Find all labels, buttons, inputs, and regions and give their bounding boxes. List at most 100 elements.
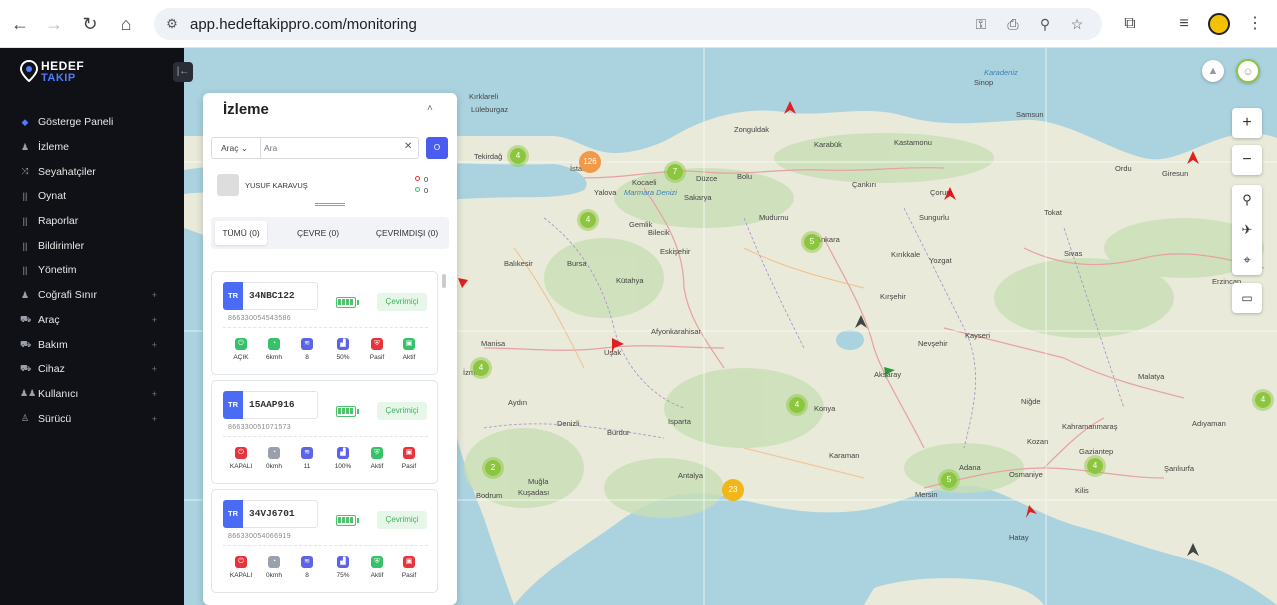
sidebar-item[interactable]: ♟ İzleme: [0, 135, 184, 160]
vehicle-cluster[interactable]: 126: [579, 151, 601, 173]
offline-dot-icon: [415, 176, 420, 181]
tab-all[interactable]: TÜMÜ (0): [215, 221, 267, 245]
vehicle-cluster[interactable]: 23: [722, 479, 744, 501]
user-count-green: 0: [424, 186, 429, 195]
stat-label: 8: [305, 354, 309, 361]
user-row[interactable]: YUSUF KARAVUŞ 0 0: [217, 173, 447, 197]
map-place-label: Eskişehir: [660, 247, 691, 256]
password-key-icon[interactable]: ⚿: [972, 15, 990, 33]
tab-offline[interactable]: ÇEVRİMDIŞI (0): [367, 221, 447, 245]
sidebar-item[interactable]: ⤨ Seyahatçiler: [0, 159, 184, 184]
site-settings-icon[interactable]: ⚙: [164, 16, 180, 32]
stat-label: AÇIK: [233, 354, 249, 361]
car-icon: ⛟: [20, 338, 32, 349]
map-place-label: Şanlıurfa: [1164, 464, 1195, 473]
stat-label: Aktif: [370, 572, 384, 579]
vehicle-cluster[interactable]: 2: [482, 457, 504, 479]
search-button[interactable]: O: [426, 137, 448, 159]
vehicle-cluster[interactable]: 4: [1084, 455, 1106, 477]
sidebar-item[interactable]: ♙ Sürücü +: [0, 406, 184, 431]
vehicle-list: TR 34NBC122 866330054543586 Çevrimiçi ⏻ AÇIK ◔…: [203, 259, 457, 605]
map-place-label: Tekirdağ: [474, 152, 503, 161]
sidebar-item[interactable]: || Bildirimler: [0, 233, 184, 258]
map-place-label: Sakarya: [684, 193, 712, 202]
vehicle-cluster[interactable]: 4: [507, 145, 529, 167]
zoom-in-button[interactable]: +: [1232, 108, 1262, 138]
extensions-icon[interactable]: ⧉: [1118, 12, 1142, 36]
status-badge: Çevrimiçi: [377, 402, 427, 420]
vehicle-cluster[interactable]: 5: [801, 231, 823, 253]
sidebar-item[interactable]: ◆ Gösterge Paneli: [0, 110, 184, 135]
brand-logo[interactable]: HEDEF TAKIP: [20, 58, 90, 92]
zoom-out-button[interactable]: −: [1232, 145, 1262, 175]
vehicle-cluster[interactable]: 4: [786, 394, 808, 416]
comment-icon[interactable]: ▭: [1232, 283, 1262, 313]
tab-nearby[interactable]: ÇEVRE (0): [287, 221, 349, 245]
sidebar-item-label: Coğrafi Sınır: [38, 289, 97, 302]
clear-search-icon[interactable]: ✕: [404, 141, 412, 152]
back-icon[interactable]: ←: [8, 12, 32, 36]
vehicle-marker-red[interactable]: [458, 278, 468, 288]
vehicle-cluster[interactable]: 7: [664, 161, 686, 183]
vehicle-card[interactable]: TR 34NBC122 866330054543586 Çevrimiçi ⏻ AÇIK ◔…: [211, 271, 438, 375]
sidebar-item[interactable]: ⛟ Cihaz +: [0, 357, 184, 382]
vehicle-stat: ▣ Pasif: [394, 447, 424, 470]
translate-icon[interactable]: ⎙: [1004, 15, 1022, 33]
reload-icon[interactable]: ↻: [78, 12, 102, 36]
map-place-label: Tokat: [1044, 208, 1062, 217]
profile-avatar[interactable]: [1208, 13, 1230, 35]
forward-icon[interactable]: →: [42, 12, 66, 36]
bookmark-star-icon[interactable]: ☆: [1068, 15, 1086, 33]
vehicle-cluster[interactable]: 4: [470, 357, 492, 379]
stat-label: KAPALI: [229, 463, 253, 470]
vehicle-cluster[interactable]: 4: [1252, 389, 1274, 411]
sidebar-item[interactable]: ♟♟ Kullanıcı +: [0, 382, 184, 407]
map-place-label: Kuşadası: [518, 488, 550, 497]
search-type-select[interactable]: Araç ⌄: [212, 138, 261, 158]
user-avatar-icon[interactable]: ☺: [1236, 59, 1260, 83]
browser-menu-icon[interactable]: ⋮: [1243, 12, 1267, 36]
panel-collapse-icon[interactable]: ˄: [427, 103, 433, 114]
vehicle-stat: ≋ 8: [292, 338, 322, 361]
location-pin-icon[interactable]: ⌖: [1232, 245, 1262, 275]
sidebar-item[interactable]: ⛟ Araç +: [0, 308, 184, 333]
vehicle-cluster[interactable]: 5: [938, 469, 960, 491]
sidebar-item[interactable]: || Raporlar: [0, 209, 184, 234]
map-place-label: Antalya: [678, 471, 704, 480]
sidebar-item[interactable]: ⛟ Bakım +: [0, 332, 184, 357]
sidebar-item[interactable]: || Yönetim: [0, 258, 184, 283]
power-icon: ⏻: [235, 447, 247, 459]
vehicle-imei: 866330054543586: [228, 315, 291, 322]
vehicle-card[interactable]: TR 15AAP916 866330051071573 Çevrimiçi ⏻ KAPAL…: [211, 380, 438, 484]
home-icon[interactable]: ⌂: [114, 12, 138, 36]
sidebar-item[interactable]: || Oynat: [0, 184, 184, 209]
stat-label: 50%: [336, 354, 350, 361]
vehicle-card[interactable]: TR 34VJ6701 866330054066919 Çevrimiçi ⏻ KAPAL…: [211, 489, 438, 593]
sidebar-item-label: Cihaz: [38, 363, 65, 376]
sidebar-item-label: Yönetim: [38, 264, 77, 277]
resize-handle[interactable]: [315, 203, 345, 206]
vehicle-cluster[interactable]: 4: [577, 209, 599, 231]
shield-icon: ⛨: [371, 447, 383, 459]
search-input[interactable]: [264, 140, 394, 156]
sidebar-collapse-button[interactable]: |←: [173, 62, 193, 82]
map-place-label: Balıkesir: [504, 259, 533, 268]
map-tools: ⚲ ✈ ⌖: [1232, 185, 1262, 275]
map-place-label: Düzce: [696, 174, 718, 183]
map-marker-person-icon[interactable]: ⚲: [1232, 185, 1262, 215]
satellite-view-icon[interactable]: ✈: [1232, 215, 1262, 245]
sidebar-item-label: İzleme: [38, 141, 69, 154]
url-text[interactable]: app.hedeftakippro.com/monitoring: [190, 16, 417, 33]
address-bar[interactable]: ⚙ app.hedeftakippro.com/monitoring ⚿ ⎙ ⚲…: [154, 8, 1102, 40]
media-control-icon[interactable]: ≡: [1172, 12, 1196, 36]
map-place-label: Kozan: [1027, 437, 1049, 446]
tab-label: ÇEVRE: [296, 228, 327, 238]
zoom-icon[interactable]: ⚲: [1036, 15, 1054, 33]
sidebar-item[interactable]: ♟ Coğrafi Sınır +: [0, 283, 184, 308]
vehicle-stat: ▟ 50%: [328, 338, 358, 361]
vehicle-stat: ◔ 0kmh: [259, 447, 289, 470]
vehicle-stat: ⏻ KAPALI: [226, 447, 256, 470]
card-divider: [223, 545, 428, 546]
vehicle-marker-gray[interactable]: [1187, 543, 1199, 556]
notification-bell-icon[interactable]: ▲: [1202, 60, 1224, 82]
